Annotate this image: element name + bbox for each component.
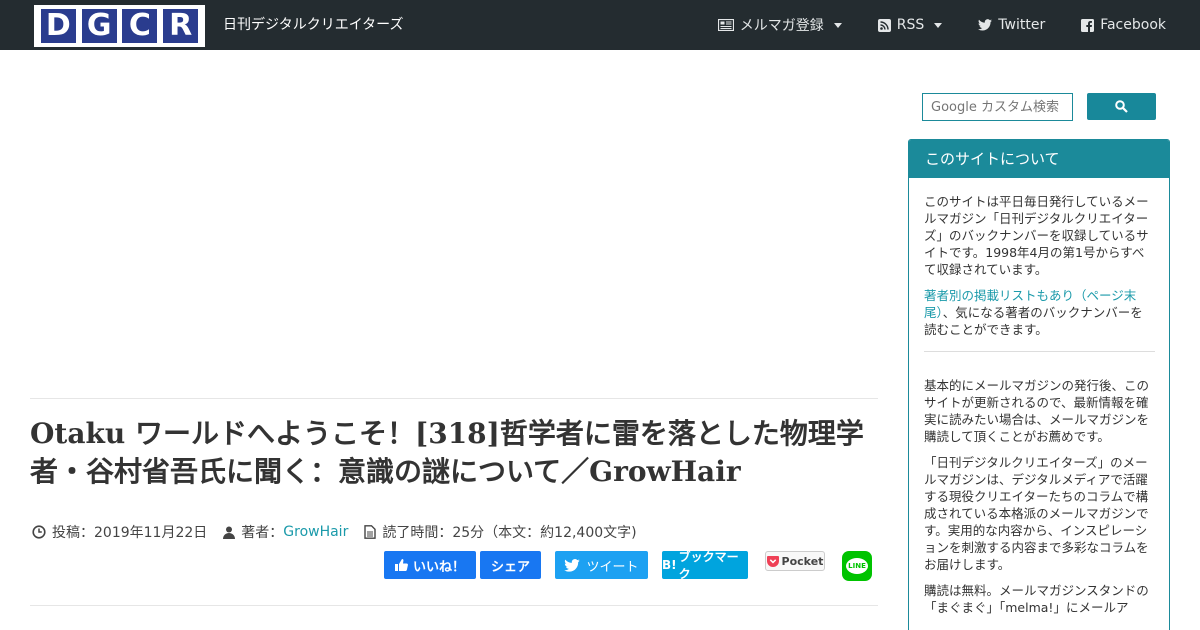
facebook-share-button[interactable]: シェア bbox=[480, 551, 541, 579]
hatena-label: ブックマーク bbox=[678, 550, 739, 581]
about-paragraph: 基本的にメールマガジンの発行後、このサイトが更新されるので、最新情報を確実に読み… bbox=[924, 378, 1150, 444]
hatena-logo: B! bbox=[662, 558, 677, 572]
nav-menu: メルマガ登録 RSS Twitter Facebook bbox=[682, 0, 1166, 50]
divider bbox=[30, 605, 878, 606]
about-paragraph: 購読は無料。メールマガジンスタンドの「まぐまぐ」「melma!」にメールア bbox=[924, 583, 1149, 615]
search-input[interactable] bbox=[922, 93, 1073, 121]
document-icon bbox=[364, 525, 377, 539]
ad-space bbox=[30, 60, 878, 390]
posted-date: 投稿： 2019年11月22日 bbox=[32, 522, 207, 542]
line-icon: LINE bbox=[846, 558, 868, 574]
line-share-button[interactable]: LINE bbox=[842, 551, 872, 581]
nav-item-facebook[interactable]: Facebook bbox=[1081, 17, 1166, 33]
article-title: Otaku ワールドへようこそ！[318]哲学者に雷を落とした物理学者・谷村省吾… bbox=[30, 417, 864, 488]
tweet-label: ツイート bbox=[586, 559, 639, 575]
nav-item-mailmagazine[interactable]: メルマガ登録 bbox=[717, 15, 842, 35]
pocket-label: Pocket bbox=[781, 554, 824, 568]
hatena-bookmark-button[interactable]: B! ブックマーク bbox=[662, 550, 748, 581]
facebook-like-button[interactable]: いいね！ bbox=[384, 551, 476, 579]
logo-letter-g: G bbox=[81, 9, 117, 43]
logo-letter-d: D bbox=[40, 9, 76, 43]
panel-divider bbox=[924, 351, 1155, 352]
about-paragraph-rest: 、気になる著者のバックナンバーを読むことができます。 bbox=[924, 305, 1143, 337]
caret-down-icon bbox=[833, 22, 842, 28]
author-link[interactable]: GrowHair bbox=[283, 524, 348, 540]
article-meta: 投稿： 2019年11月22日 著者： GrowHair 読了時間：25分（本文… bbox=[32, 522, 653, 542]
nav-item-twitter[interactable]: Twitter bbox=[978, 17, 1045, 33]
posted-date-value: 2019年11月22日 bbox=[94, 525, 208, 541]
about-paragraph: 著者別の掲載リストもあり（ページ末尾）、気になる著者のバックナンバーを読むことが… bbox=[924, 287, 1155, 338]
divider bbox=[30, 398, 878, 399]
nav-label-twitter: Twitter bbox=[998, 17, 1046, 33]
thumbs-up-icon bbox=[394, 559, 408, 571]
line-label: LINE bbox=[848, 562, 866, 570]
top-navbar: D G C R 日刊デジタルクリエイターズ メルマガ登録 RSS Twitter… bbox=[0, 0, 1200, 50]
pocket-icon bbox=[766, 555, 779, 567]
nav-label-mailmagazine: メルマガ登録 bbox=[739, 18, 824, 34]
search-icon bbox=[1115, 100, 1128, 113]
user-icon bbox=[223, 526, 236, 539]
site-name-link[interactable]: 日刊デジタルクリエイターズ bbox=[223, 14, 403, 34]
twitter-icon bbox=[564, 558, 581, 572]
site-logo[interactable]: D G C R bbox=[34, 5, 205, 47]
posted-label: 投稿： bbox=[52, 525, 94, 541]
panel-body: このサイトは平日毎日発行しているメールマガジン「日刊デジタルクリエイターズ」のバ… bbox=[909, 178, 1169, 616]
nav-item-rss[interactable]: RSS bbox=[877, 17, 943, 33]
rss-icon bbox=[877, 18, 891, 32]
caret-down-icon bbox=[934, 22, 943, 28]
reading-time: 読了時間：25分（本文：約12,400文字) bbox=[364, 522, 637, 542]
author-label: 著者： bbox=[241, 525, 284, 541]
search-button[interactable] bbox=[1087, 93, 1156, 120]
logo-letter-r: R bbox=[163, 9, 199, 43]
about-paragraph: このサイトは平日毎日発行しているメールマガジン「日刊デジタルクリエイターズ」のバ… bbox=[924, 194, 1149, 277]
facebook-like-label: いいね！ bbox=[412, 559, 465, 575]
logo-letter-c: C bbox=[122, 9, 158, 43]
clock-icon bbox=[32, 525, 46, 539]
reading-time-text: 読了時間：25分（本文：約12,400文字) bbox=[382, 525, 637, 541]
nav-label-facebook: Facebook bbox=[1100, 17, 1166, 33]
pocket-button[interactable]: Pocket bbox=[765, 551, 825, 571]
author: 著者： GrowHair bbox=[223, 522, 348, 542]
nav-label-rss: RSS bbox=[896, 17, 925, 33]
about-paragraph: 「日刊デジタルクリエイターズ」のメールマガジンは、デジタルメディアで活躍する現役… bbox=[924, 455, 1149, 572]
newspaper-icon bbox=[717, 19, 734, 31]
twitter-icon bbox=[978, 19, 993, 31]
about-site-panel: このサイトについて このサイトは平日毎日発行しているメールマガジン「日刊デジタル… bbox=[908, 139, 1170, 630]
tweet-button[interactable]: ツイート bbox=[555, 551, 648, 579]
panel-title: このサイトについて bbox=[909, 140, 1169, 178]
facebook-icon bbox=[1081, 18, 1095, 32]
facebook-share-label: シェア bbox=[490, 559, 530, 575]
